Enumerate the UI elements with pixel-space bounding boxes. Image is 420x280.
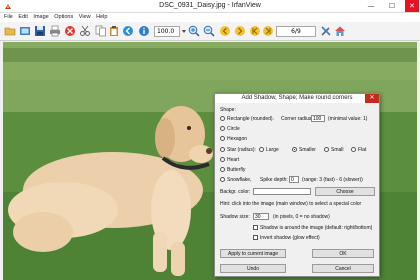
star-large-radio[interactable] xyxy=(259,147,264,152)
save-icon[interactable] xyxy=(34,25,46,37)
corner-radius-label: Corner radius: xyxy=(281,116,313,122)
spike-depth-hint: (range: 3 (fast) - 6 (slower)) xyxy=(302,177,363,183)
dialog-title: Add Shadow, Shape; Make round corners xyxy=(215,94,379,103)
cancel-button[interactable]: Cancel xyxy=(312,264,374,273)
shadow-size-input[interactable]: 30 xyxy=(253,213,269,220)
star-radio[interactable] xyxy=(220,147,225,152)
hexagon-radio[interactable] xyxy=(220,136,225,141)
minimize-button[interactable]: — xyxy=(364,0,378,12)
undo-button[interactable]: Undo xyxy=(220,264,286,273)
menu-file[interactable]: File xyxy=(4,14,13,20)
star-flat-radio[interactable] xyxy=(351,147,356,152)
star-flat-label: Flat xyxy=(358,147,367,153)
back-icon[interactable] xyxy=(122,25,134,37)
corner-radius-input[interactable]: 100 xyxy=(311,115,325,122)
zoom-level-field[interactable]: 100.0 xyxy=(154,26,180,37)
circle-radio[interactable] xyxy=(220,126,225,131)
copy-icon[interactable] xyxy=(95,25,107,37)
home-icon[interactable] xyxy=(334,25,346,37)
circle-label: Circle xyxy=(227,126,240,132)
info-icon[interactable] xyxy=(138,25,150,37)
print-icon[interactable] xyxy=(49,25,61,37)
toolbar: 100.0 6/9 xyxy=(0,22,420,41)
settings-tools-icon[interactable] xyxy=(320,25,332,37)
apply-to-current-image-button[interactable]: Apply to current image xyxy=(220,249,286,258)
butterfly-label: Butterfly xyxy=(227,167,246,173)
cut-icon[interactable] xyxy=(79,25,91,37)
star-label: Star (radius): xyxy=(227,147,256,153)
star-small-radio[interactable] xyxy=(324,147,329,152)
zoom-dropdown-icon[interactable] xyxy=(181,26,187,37)
hexagon-label: Hexagon xyxy=(227,136,248,142)
choose-color-button[interactable]: Choose xyxy=(315,187,375,196)
title-bar: DSC_0931_Daisy.jpg - IrfanView — ☐ ✕ xyxy=(0,0,420,13)
color-hint: Hint: click into the image (main window)… xyxy=(220,201,362,207)
star-smaller-label: Smaller xyxy=(299,147,316,153)
heart-radio[interactable] xyxy=(220,157,225,162)
background-color-label: Backgr. color: xyxy=(220,189,251,195)
shadow-around-label: Shadow is around the image (default: rig… xyxy=(260,225,373,231)
menu-options[interactable]: Options xyxy=(54,14,73,20)
first-image-icon[interactable] xyxy=(249,25,261,37)
menu-image[interactable]: Image xyxy=(33,14,48,20)
corner-radius-hint: (minimal value: 1) xyxy=(328,116,368,122)
shadow-size-label: Shadow size: xyxy=(220,214,250,220)
close-button[interactable]: ✕ xyxy=(405,0,419,12)
delete-icon[interactable] xyxy=(64,25,76,37)
invert-shadow-label: Invert shadow (glow effect) xyxy=(260,235,320,241)
ok-button[interactable]: OK xyxy=(312,249,374,258)
next-image-icon[interactable] xyxy=(234,25,246,37)
shadow-around-checkbox[interactable] xyxy=(253,225,258,230)
maximize-button[interactable]: ☐ xyxy=(385,0,399,12)
heart-label: Heart xyxy=(227,157,240,163)
invert-shadow-checkbox[interactable] xyxy=(253,235,258,240)
page-counter: 6/9 xyxy=(276,26,316,37)
zoom-in-icon[interactable] xyxy=(188,25,200,37)
shadow-shape-dialog: Add Shadow, Shape; Make round corners ✕ … xyxy=(214,93,380,277)
star-small-label: Small xyxy=(331,147,344,153)
last-image-icon[interactable] xyxy=(262,25,274,37)
menu-help[interactable]: Help xyxy=(96,14,107,20)
menu-edit[interactable]: Edit xyxy=(18,14,27,20)
open-folder-icon[interactable] xyxy=(4,25,16,37)
spike-depth-input[interactable]: 0 xyxy=(289,176,299,183)
shadow-size-hint: (in pixels, 0 = no shadow) xyxy=(273,214,330,220)
snowflake-label: Snowflake, xyxy=(227,177,252,183)
shape-label: Shape: xyxy=(220,107,236,113)
previous-image-icon[interactable] xyxy=(219,25,231,37)
rectangle-label: Rectangle (rounded). xyxy=(227,116,274,122)
menu-view[interactable]: View xyxy=(79,14,91,20)
star-smaller-radio[interactable] xyxy=(292,147,297,152)
slideshow-icon[interactable] xyxy=(19,25,31,37)
background-color-swatch[interactable] xyxy=(253,188,311,195)
dialog-close-button[interactable]: ✕ xyxy=(365,94,379,103)
zoom-out-icon[interactable] xyxy=(203,25,215,37)
menu-bar: File Edit Image Options View Help xyxy=(0,13,420,22)
butterfly-radio[interactable] xyxy=(220,167,225,172)
star-large-label: Large xyxy=(266,147,279,153)
rectangle-radio[interactable] xyxy=(220,116,225,121)
snowflake-radio[interactable] xyxy=(220,177,225,182)
spike-depth-label: Spike depth: xyxy=(260,177,288,183)
window-title: DSC_0931_Daisy.jpg - IrfanView xyxy=(159,2,261,9)
paste-icon[interactable] xyxy=(108,25,120,37)
